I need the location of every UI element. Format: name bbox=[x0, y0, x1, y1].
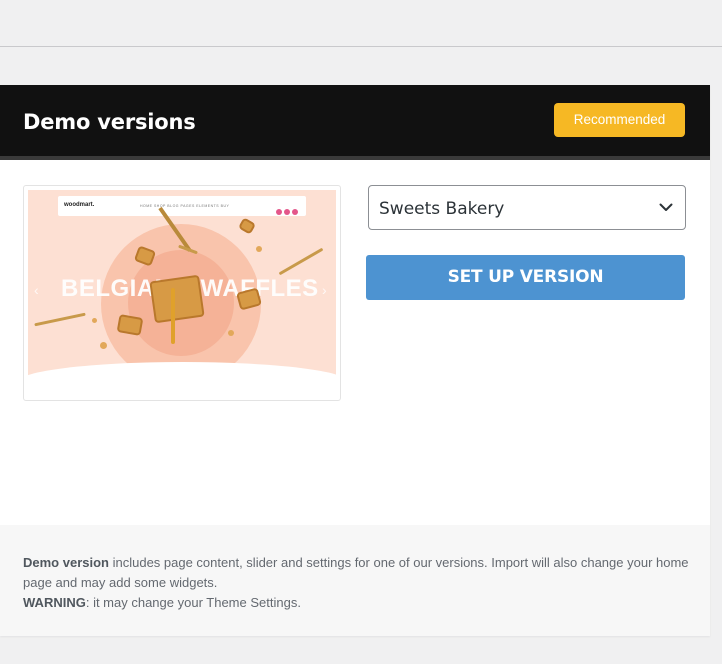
demo-version-strong: Demo version bbox=[23, 555, 109, 570]
warning-strong: WARNING bbox=[23, 595, 86, 610]
wheat-icon bbox=[34, 312, 86, 327]
waffle-icon bbox=[116, 314, 144, 336]
set-up-version-button[interactable]: SET UP VERSION bbox=[366, 255, 685, 300]
top-divider bbox=[0, 46, 722, 47]
demo-version-select[interactable]: Sweets Bakery bbox=[368, 185, 686, 230]
crumb-icon bbox=[228, 330, 234, 336]
crumb-icon bbox=[92, 318, 97, 323]
preview-nav-links: HOME SHOP BLOG PAGES ELEMENTS BUY bbox=[140, 204, 230, 208]
preview-nav-bar: woodmart. HOME SHOP BLOG PAGES ELEMENTS … bbox=[58, 196, 306, 216]
demo-version-description: includes page content, slider and settin… bbox=[23, 555, 689, 590]
demo-versions-panel: Demo versions Recommended woodmart. HOME… bbox=[0, 85, 710, 636]
demo-preview-thumbnail[interactable]: woodmart. HOME SHOP BLOG PAGES ELEMENTS … bbox=[23, 185, 341, 401]
crumb-icon bbox=[256, 246, 262, 252]
waffle-icon bbox=[237, 217, 257, 235]
wheat-icon bbox=[278, 247, 324, 276]
chevron-down-icon bbox=[659, 203, 673, 211]
preview-logo: woodmart. bbox=[64, 202, 95, 208]
preview-nav-icons bbox=[276, 202, 300, 215]
preview-prev-arrow-icon: ‹ bbox=[34, 282, 39, 298]
preview-wave bbox=[28, 362, 336, 382]
demo-version-select-value: Sweets Bakery bbox=[379, 199, 505, 219]
footer-text: Demo version includes page content, slid… bbox=[23, 553, 703, 613]
footer-notice: Demo version includes page content, slid… bbox=[0, 525, 710, 636]
demo-preview-image: woodmart. HOME SHOP BLOG PAGES ELEMENTS … bbox=[28, 190, 336, 382]
warning-description: : it may change your Theme Settings. bbox=[85, 595, 301, 610]
honey-drip bbox=[171, 288, 175, 344]
panel-title: Demo versions bbox=[23, 110, 196, 134]
waffle-icon bbox=[149, 274, 205, 324]
preview-next-arrow-icon: › bbox=[322, 282, 327, 298]
crumb-icon bbox=[100, 342, 107, 349]
panel-header: Demo versions Recommended bbox=[0, 85, 710, 160]
recommended-badge: Recommended bbox=[554, 103, 685, 137]
